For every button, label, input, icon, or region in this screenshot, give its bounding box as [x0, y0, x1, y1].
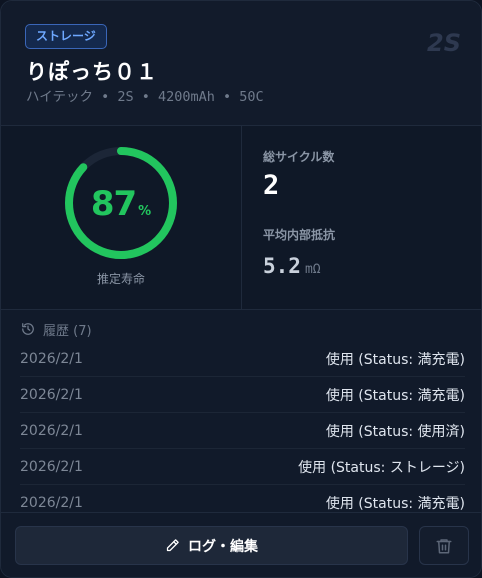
log-edit-label: ログ・編集: [188, 538, 258, 555]
battery-card: ストレージ りぽっち０１ ハイテック • 2S • 4200mAh • 50C …: [0, 0, 482, 578]
history-row[interactable]: 2026/2/1 使用 (Status: 満充電): [20, 485, 465, 512]
stats-divider: [241, 126, 242, 309]
cycles-label: 総サイクル数: [263, 150, 335, 164]
history-list[interactable]: 2026/2/1 使用 (Status: 満充電) 2026/2/1 使用 (S…: [20, 341, 465, 511]
history-header: 履歴 (7): [21, 320, 92, 339]
ir-value: 5.2: [263, 254, 301, 278]
history-date: 2026/2/1: [20, 494, 83, 511]
ir-label: 平均内部抵抗: [263, 228, 336, 242]
ir-value-group: 5.2 mΩ: [263, 254, 321, 278]
health-value: 87%: [63, 184, 179, 224]
history-date: 2026/2/1: [20, 422, 83, 439]
battery-name: りぽっち０１: [26, 60, 158, 84]
status-badge: ストレージ: [25, 24, 107, 49]
history-row[interactable]: 2026/2/1 使用 (Status: 使用済): [20, 413, 465, 449]
ir-unit: mΩ: [304, 262, 321, 277]
health-label: 推定寿命: [96, 272, 145, 286]
trash-icon: [436, 538, 452, 553]
history-status: 使用 (Status: 使用済): [325, 423, 465, 440]
card-header: ストレージ りぽっち０１ ハイテック • 2S • 4200mAh • 50C …: [1, 1, 481, 125]
log-edit-button[interactable]: ログ・編集: [15, 526, 408, 565]
history-date: 2026/2/1: [20, 350, 83, 367]
history-date: 2026/2/1: [20, 386, 83, 403]
history-status: 使用 (Status: ストレージ): [298, 459, 465, 476]
history-status: 使用 (Status: 満充電): [325, 387, 465, 404]
health-unit: %: [138, 204, 152, 219]
stats-panel: 87% 推定寿命 総サイクル数 2 平均内部抵抗 5.2 mΩ: [1, 126, 481, 309]
battery-spec: ハイテック • 2S • 4200mAh • 50C: [26, 89, 264, 105]
history-row[interactable]: 2026/2/1 使用 (Status: 満充電): [20, 341, 465, 377]
cell-count-watermark: 2S: [427, 29, 461, 57]
card-footer: ログ・編集: [1, 513, 481, 577]
history-row[interactable]: 2026/2/1 使用 (Status: ストレージ): [20, 449, 465, 485]
stats-bottom-divider: [1, 309, 481, 310]
history-title: 履歴 (7): [43, 323, 92, 339]
delete-button[interactable]: [419, 526, 469, 565]
cycles-value: 2: [263, 170, 280, 201]
history-date: 2026/2/1: [20, 458, 83, 475]
history-icon: [22, 323, 34, 335]
history-status: 使用 (Status: 満充電): [325, 495, 465, 512]
history-status: 使用 (Status: 満充電): [325, 351, 465, 368]
health-number: 87: [90, 184, 137, 224]
history-row[interactable]: 2026/2/1 使用 (Status: 満充電): [20, 377, 465, 413]
pencil-icon: [166, 539, 179, 552]
